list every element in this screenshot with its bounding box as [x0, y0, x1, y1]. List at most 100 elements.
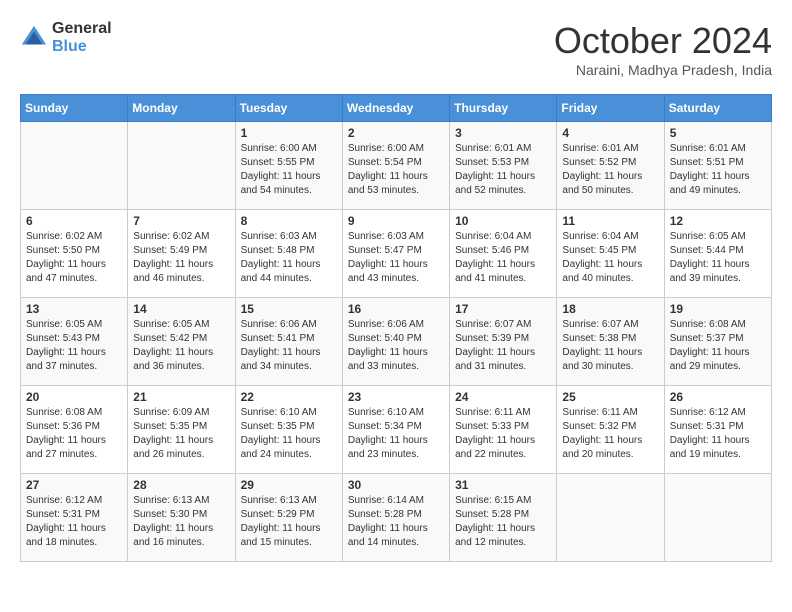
calendar-week-row: 27 Sunrise: 6:12 AM Sunset: 5:31 PM Dayli…: [21, 474, 772, 562]
day-info: Sunrise: 6:08 AM Sunset: 5:36 PM Dayligh…: [26, 406, 122, 462]
logo-text: General Blue: [52, 20, 112, 55]
day-info: Sunrise: 6:02 AM Sunset: 5:50 PM Dayligh…: [26, 230, 122, 286]
day-info: Sunrise: 6:04 AM Sunset: 5:45 PM Dayligh…: [562, 230, 658, 286]
day-number: 22: [241, 390, 337, 404]
day-info: Sunrise: 6:06 AM Sunset: 5:41 PM Dayligh…: [241, 318, 337, 374]
day-number: 21: [133, 390, 229, 404]
calendar-cell: 17 Sunrise: 6:07 AM Sunset: 5:39 PM Dayli…: [450, 298, 557, 386]
calendar-cell: 21 Sunrise: 6:09 AM Sunset: 5:35 PM Dayli…: [128, 386, 235, 474]
day-info: Sunrise: 6:05 AM Sunset: 5:43 PM Dayligh…: [26, 318, 122, 374]
calendar-cell: 1 Sunrise: 6:00 AM Sunset: 5:55 PM Daylig…: [235, 122, 342, 210]
day-number: 20: [26, 390, 122, 404]
day-number: 17: [455, 302, 551, 316]
calendar-week-row: 6 Sunrise: 6:02 AM Sunset: 5:50 PM Daylig…: [21, 210, 772, 298]
calendar-cell: 22 Sunrise: 6:10 AM Sunset: 5:35 PM Dayli…: [235, 386, 342, 474]
day-info: Sunrise: 6:11 AM Sunset: 5:33 PM Dayligh…: [455, 406, 551, 462]
calendar-week-row: 13Sunrise: 6:05 AM Sunset: 5:43 PM Dayli…: [21, 298, 772, 386]
day-info: Sunrise: 6:09 AM Sunset: 5:35 PM Dayligh…: [133, 406, 229, 462]
calendar-cell: 24Sunrise: 6:11 AM Sunset: 5:33 PM Dayli…: [450, 386, 557, 474]
calendar-cell: 23Sunrise: 6:10 AM Sunset: 5:34 PM Dayli…: [342, 386, 449, 474]
column-header-wednesday: Wednesday: [342, 95, 449, 122]
calendar-cell: 4Sunrise: 6:01 AM Sunset: 5:52 PM Daylig…: [557, 122, 664, 210]
day-info: Sunrise: 6:12 AM Sunset: 5:31 PM Dayligh…: [26, 494, 122, 550]
day-number: 18: [562, 302, 658, 316]
day-info: Sunrise: 6:10 AM Sunset: 5:35 PM Dayligh…: [241, 406, 337, 462]
calendar-cell: 15 Sunrise: 6:06 AM Sunset: 5:41 PM Dayli…: [235, 298, 342, 386]
calendar-cell: 12 Sunrise: 6:05 AM Sunset: 5:44 PM Dayli…: [664, 210, 771, 298]
calendar-cell: 26 Sunrise: 6:12 AM Sunset: 5:31 PM Dayli…: [664, 386, 771, 474]
calendar-week-row: 20 Sunrise: 6:08 AM Sunset: 5:36 PM Dayli…: [21, 386, 772, 474]
calendar-week-row: 1 Sunrise: 6:00 AM Sunset: 5:55 PM Daylig…: [21, 122, 772, 210]
calendar-cell: 29Sunrise: 6:13 AM Sunset: 5:29 PM Dayli…: [235, 474, 342, 562]
calendar-cell: 19Sunrise: 6:08 AM Sunset: 5:37 PM Dayli…: [664, 298, 771, 386]
day-number: 5: [670, 126, 766, 140]
day-number: 1: [241, 126, 337, 140]
calendar-cell: 27 Sunrise: 6:12 AM Sunset: 5:31 PM Dayli…: [21, 474, 128, 562]
day-number: 23: [348, 390, 444, 404]
location-text: Naraini, Madhya Pradesh, India: [554, 62, 772, 78]
day-number: 11: [562, 214, 658, 228]
day-info: Sunrise: 6:15 AM Sunset: 5:28 PM Dayligh…: [455, 494, 551, 550]
calendar-cell: [664, 474, 771, 562]
calendar-cell: 7 Sunrise: 6:02 AM Sunset: 5:49 PM Daylig…: [128, 210, 235, 298]
day-info: Sunrise: 6:04 AM Sunset: 5:46 PM Dayligh…: [455, 230, 551, 286]
calendar-cell: [557, 474, 664, 562]
day-info: Sunrise: 6:14 AM Sunset: 5:28 PM Dayligh…: [348, 494, 444, 550]
column-header-tuesday: Tuesday: [235, 95, 342, 122]
calendar-cell: 31 Sunrise: 6:15 AM Sunset: 5:28 PM Dayli…: [450, 474, 557, 562]
logo-general-text: General: [52, 20, 112, 38]
day-info: Sunrise: 6:03 AM Sunset: 5:48 PM Dayligh…: [241, 230, 337, 286]
calendar-cell: 3 Sunrise: 6:01 AM Sunset: 5:53 PM Daylig…: [450, 122, 557, 210]
day-info: Sunrise: 6:02 AM Sunset: 5:49 PM Dayligh…: [133, 230, 229, 286]
day-info: Sunrise: 6:07 AM Sunset: 5:39 PM Dayligh…: [455, 318, 551, 374]
logo: General Blue: [20, 20, 112, 55]
page-header: General Blue October 2024 Naraini, Madhy…: [20, 20, 772, 78]
column-header-saturday: Saturday: [664, 95, 771, 122]
day-number: 2: [348, 126, 444, 140]
day-info: Sunrise: 6:07 AM Sunset: 5:38 PM Dayligh…: [562, 318, 658, 374]
column-header-thursday: Thursday: [450, 95, 557, 122]
day-number: 26: [670, 390, 766, 404]
day-number: 15: [241, 302, 337, 316]
calendar-cell: 16 Sunrise: 6:06 AM Sunset: 5:40 PM Dayli…: [342, 298, 449, 386]
column-header-friday: Friday: [557, 95, 664, 122]
calendar-cell: 8 Sunrise: 6:03 AM Sunset: 5:48 PM Daylig…: [235, 210, 342, 298]
day-info: Sunrise: 6:08 AM Sunset: 5:37 PM Dayligh…: [670, 318, 766, 374]
column-header-sunday: Sunday: [21, 95, 128, 122]
day-info: Sunrise: 6:12 AM Sunset: 5:31 PM Dayligh…: [670, 406, 766, 462]
calendar-cell: 14Sunrise: 6:05 AM Sunset: 5:42 PM Dayli…: [128, 298, 235, 386]
day-number: 31: [455, 478, 551, 492]
day-number: 16: [348, 302, 444, 316]
calendar-table: SundayMondayTuesdayWednesdayThursdayFrid…: [20, 94, 772, 562]
day-info: Sunrise: 6:05 AM Sunset: 5:44 PM Dayligh…: [670, 230, 766, 286]
day-number: 6: [26, 214, 122, 228]
calendar-cell: 20 Sunrise: 6:08 AM Sunset: 5:36 PM Dayli…: [21, 386, 128, 474]
calendar-cell: 6 Sunrise: 6:02 AM Sunset: 5:50 PM Daylig…: [21, 210, 128, 298]
calendar-cell: 13Sunrise: 6:05 AM Sunset: 5:43 PM Dayli…: [21, 298, 128, 386]
calendar-cell: [21, 122, 128, 210]
day-number: 28: [133, 478, 229, 492]
day-info: Sunrise: 6:00 AM Sunset: 5:55 PM Dayligh…: [241, 142, 337, 198]
calendar-cell: 18 Sunrise: 6:07 AM Sunset: 5:38 PM Dayli…: [557, 298, 664, 386]
day-number: 27: [26, 478, 122, 492]
day-info: Sunrise: 6:11 AM Sunset: 5:32 PM Dayligh…: [562, 406, 658, 462]
day-info: Sunrise: 6:01 AM Sunset: 5:51 PM Dayligh…: [670, 142, 766, 198]
calendar-header-row: SundayMondayTuesdayWednesdayThursdayFrid…: [21, 95, 772, 122]
calendar-cell: 28Sunrise: 6:13 AM Sunset: 5:30 PM Dayli…: [128, 474, 235, 562]
day-number: 7: [133, 214, 229, 228]
day-number: 29: [241, 478, 337, 492]
day-number: 4: [562, 126, 658, 140]
calendar-cell: 10Sunrise: 6:04 AM Sunset: 5:46 PM Dayli…: [450, 210, 557, 298]
title-block: October 2024 Naraini, Madhya Pradesh, In…: [554, 20, 772, 78]
month-title: October 2024: [554, 20, 772, 62]
day-number: 12: [670, 214, 766, 228]
calendar-cell: 2Sunrise: 6:00 AM Sunset: 5:54 PM Daylig…: [342, 122, 449, 210]
calendar-cell: 9Sunrise: 6:03 AM Sunset: 5:47 PM Daylig…: [342, 210, 449, 298]
day-number: 8: [241, 214, 337, 228]
day-info: Sunrise: 6:06 AM Sunset: 5:40 PM Dayligh…: [348, 318, 444, 374]
day-info: Sunrise: 6:01 AM Sunset: 5:53 PM Dayligh…: [455, 142, 551, 198]
day-number: 14: [133, 302, 229, 316]
day-number: 3: [455, 126, 551, 140]
day-info: Sunrise: 6:03 AM Sunset: 5:47 PM Dayligh…: [348, 230, 444, 286]
calendar-cell: 11 Sunrise: 6:04 AM Sunset: 5:45 PM Dayli…: [557, 210, 664, 298]
